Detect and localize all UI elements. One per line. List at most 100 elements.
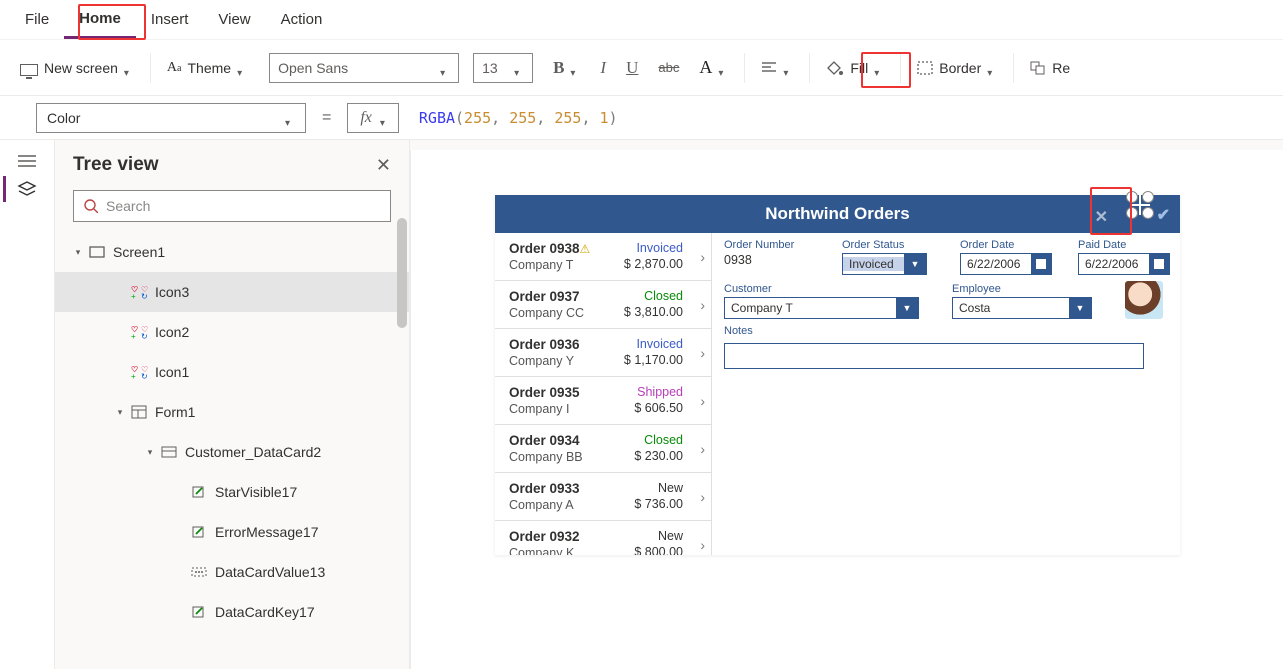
order-number: Order 0936	[509, 337, 580, 352]
font-size-value: 13	[482, 60, 498, 76]
twist-icon: ▾	[145, 447, 155, 458]
canvas[interactable]: Northwind Orders ✕ ✔ Order 0938⚠Invoiced…	[410, 140, 1283, 669]
order-row[interactable]: Order 0937ClosedCompany CC$ 3,810.00›	[495, 281, 711, 329]
tree-view-rail-button[interactable]	[17, 180, 37, 198]
order-row[interactable]: Order 0936InvoicedCompany Y$ 1,170.00›	[495, 329, 711, 377]
font-color-button[interactable]: A	[691, 52, 736, 84]
chevron-down-icon	[718, 63, 728, 73]
order-date-picker[interactable]: 6/22/2006	[960, 253, 1052, 275]
node-icon	[89, 246, 107, 258]
orders-gallery[interactable]: Order 0938⚠InvoicedCompany T$ 2,870.00›O…	[495, 233, 712, 555]
strikethrough-icon: abc	[658, 60, 679, 75]
order-status: New	[658, 529, 683, 543]
menu-action[interactable]: Action	[266, 0, 338, 39]
order-row[interactable]: Order 0932NewCompany K$ 800.00›	[495, 521, 711, 555]
employee-select[interactable]: Costa ▼	[952, 297, 1092, 319]
property-value: Color	[47, 110, 80, 126]
font-size-select[interactable]: 13	[473, 53, 533, 83]
tree-node-datacardvalue13[interactable]: DataCardValue13	[55, 552, 409, 592]
search-icon	[84, 199, 98, 213]
svg-text:+: +	[131, 372, 136, 379]
order-row[interactable]: Order 0935ShippedCompany I$ 606.50›	[495, 377, 711, 425]
font-family-select[interactable]: Open Sans	[269, 53, 459, 83]
customer-select[interactable]: Company T ▼	[724, 297, 919, 319]
chevron-down-icon: ▼	[1069, 298, 1091, 318]
bold-button[interactable]: B	[545, 52, 588, 84]
chevron-right-icon: ›	[700, 537, 705, 553]
order-number: Order 0934	[509, 433, 580, 448]
fill-button[interactable]: Fill	[818, 52, 892, 84]
formula-arg: 255	[509, 109, 536, 127]
employee-label: Employee	[952, 283, 1097, 295]
theme-icon: Aa	[167, 60, 182, 76]
cancel-icon[interactable]: ✕	[1095, 207, 1108, 227]
layers-icon	[17, 180, 37, 198]
fill-icon	[826, 60, 844, 76]
tree-node-icon2[interactable]: ♡♡+↻Icon2	[55, 312, 409, 352]
tree-close-button[interactable]: ✕	[376, 155, 391, 176]
paid-date-picker[interactable]: 6/22/2006	[1078, 253, 1170, 275]
tree-search-input[interactable]: Search	[73, 190, 391, 222]
app-title: Northwind Orders	[765, 204, 910, 224]
separator	[744, 53, 745, 83]
svg-text:+: +	[131, 292, 136, 299]
notes-input[interactable]	[724, 343, 1144, 369]
menu-home[interactable]: Home	[64, 0, 136, 39]
order-amount: $ 3,810.00	[624, 305, 683, 319]
order-number-value: 0938	[724, 253, 814, 267]
tree-title: Tree view	[73, 154, 159, 176]
svg-text:↻: ↻	[141, 372, 148, 379]
tree-node-errormessage17[interactable]: ErrorMessage17	[55, 512, 409, 552]
property-select[interactable]: Color	[36, 103, 306, 133]
tree-scrollbar[interactable]	[397, 218, 407, 328]
strikethrough-button[interactable]: abc	[650, 52, 687, 84]
plus-icon	[1126, 191, 1154, 219]
tree-node-screen1[interactable]: ▾Screen1	[55, 232, 409, 272]
tree-node-starvisible17[interactable]: StarVisible17	[55, 472, 409, 512]
top-menu: File Home Insert View Action	[0, 0, 1283, 40]
node-label: DataCardKey17	[215, 604, 315, 620]
node-icon: ♡♡+↻	[131, 325, 149, 339]
formula-input[interactable]: RGBA(255, 255, 255, 1)	[409, 109, 618, 127]
calendar-icon	[1031, 254, 1051, 274]
node-label: Icon1	[155, 364, 189, 380]
italic-button[interactable]: I	[592, 52, 614, 84]
reorder-button[interactable]: Re	[1022, 52, 1078, 84]
app-body: Order 0938⚠InvoicedCompany T$ 2,870.00›O…	[495, 233, 1180, 555]
tree-node-datacardkey17[interactable]: DataCardKey17	[55, 592, 409, 632]
chevron-down-icon	[285, 113, 295, 123]
search-placeholder: Search	[106, 198, 150, 214]
underline-button[interactable]: U	[618, 52, 646, 84]
screen-icon	[20, 64, 38, 76]
svg-text:↻: ↻	[141, 292, 148, 299]
italic-icon: I	[600, 58, 606, 78]
node-icon: ♡♡+↻	[131, 365, 149, 379]
menu-file[interactable]: File	[10, 0, 64, 39]
tree-node-form1[interactable]: ▾Form1	[55, 392, 409, 432]
node-label: ErrorMessage17	[215, 524, 319, 540]
node-label: Screen1	[113, 244, 165, 260]
menu-view[interactable]: View	[203, 0, 265, 39]
employee-avatar	[1125, 281, 1163, 319]
align-button[interactable]	[753, 52, 801, 84]
fx-button[interactable]: fx	[347, 103, 399, 133]
menu-insert[interactable]: Insert	[136, 0, 204, 39]
order-amount: $ 800.00	[634, 545, 683, 555]
order-status-select[interactable]: Invoiced ▼	[842, 253, 927, 275]
order-status: Invoiced	[636, 241, 683, 255]
order-row[interactable]: Order 0934ClosedCompany BB$ 230.00›	[495, 425, 711, 473]
tree-node-customer_datacard2[interactable]: ▾Customer_DataCard2	[55, 432, 409, 472]
tree-list: ▾Screen1♡♡+↻Icon3♡♡+↻Icon2♡♡+↻Icon1▾Form…	[55, 232, 409, 669]
tree-node-icon1[interactable]: ♡♡+↻Icon1	[55, 352, 409, 392]
border-button[interactable]: Border	[909, 52, 1005, 84]
submit-icon[interactable]: ✔	[1157, 205, 1170, 225]
order-status-label: Order Status	[842, 239, 932, 251]
order-row[interactable]: Order 0938⚠InvoicedCompany T$ 2,870.00›	[495, 233, 711, 281]
reorder-label: Re	[1052, 60, 1070, 76]
tree-node-icon3[interactable]: ♡♡+↻Icon3	[55, 272, 409, 312]
hamburger-button[interactable]	[18, 154, 36, 168]
order-row[interactable]: Order 0933NewCompany A$ 736.00›	[495, 473, 711, 521]
new-screen-button[interactable]: New screen	[12, 52, 142, 84]
chevron-down-icon	[237, 63, 247, 73]
theme-button[interactable]: Aa Theme	[159, 52, 255, 84]
